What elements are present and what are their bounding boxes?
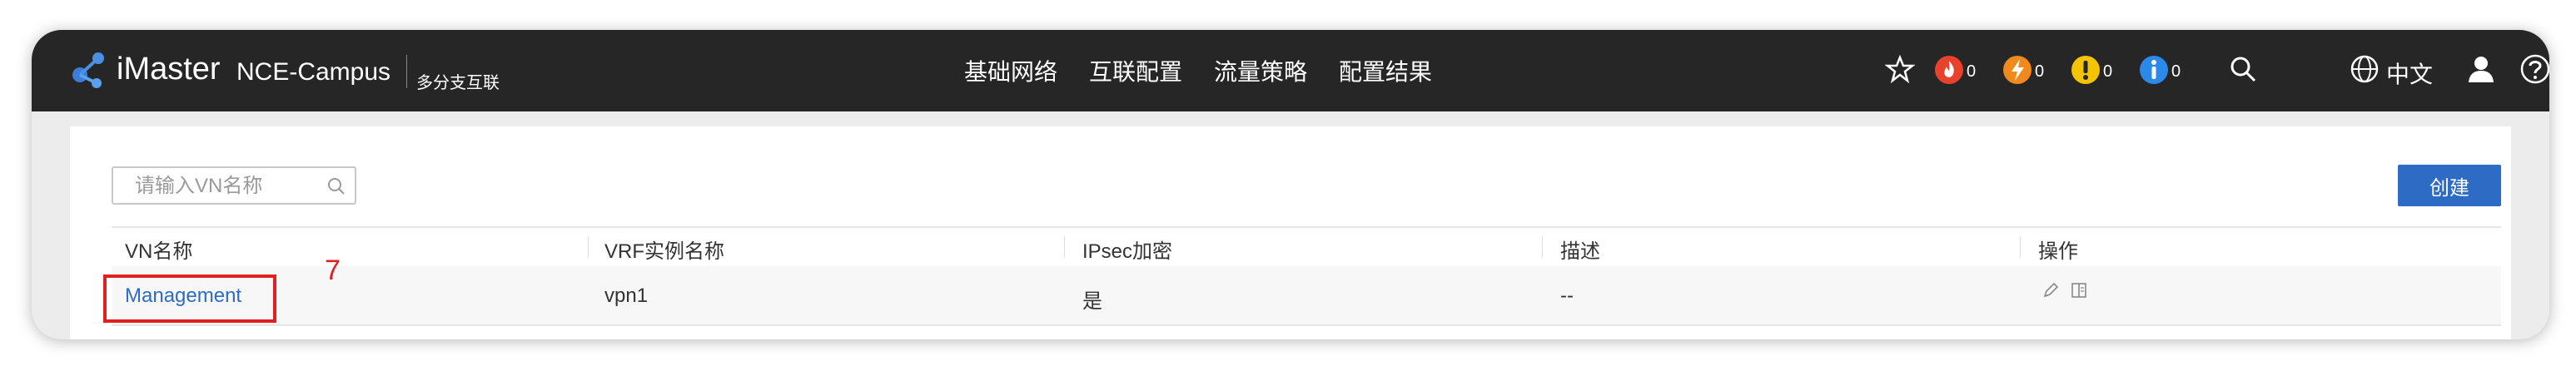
column-header-ipsec: IPsec加密: [1082, 240, 1173, 263]
favorites-star-icon[interactable]: [1885, 54, 1915, 84]
major-alarm-icon[interactable]: [2002, 54, 2033, 86]
scenario-name: 多分支互联: [416, 74, 500, 92]
app-window: iMaster NCE-Campus 多分支互联 基础网络 互联配置 流量策略 …: [32, 30, 2549, 339]
globe-icon[interactable]: [2350, 54, 2380, 84]
info-alarm-icon[interactable]: [2138, 54, 2170, 86]
vrf-name-cell: vpn1: [604, 284, 649, 307]
description-cell: --: [1560, 284, 1574, 307]
brand-name: iMaster: [117, 52, 221, 87]
info-alarm-count: 0: [2171, 62, 2181, 81]
column-divider[interactable]: [1064, 236, 1065, 258]
search-icon[interactable]: [326, 176, 346, 196]
menu-item-interconnection[interactable]: 互联配置: [1089, 54, 1182, 87]
major-alarm-count: 0: [2035, 62, 2045, 81]
column-header-description: 描述: [1560, 240, 1600, 263]
table-row: Management vpn1 是 --: [112, 266, 2501, 326]
minor-alarm-icon[interactable]: [2070, 54, 2101, 86]
critical-alarm-icon[interactable]: [1933, 54, 1965, 86]
step-number-annotation: 7: [325, 255, 341, 286]
create-button[interactable]: 创建: [2398, 165, 2501, 206]
column-header-vrf-name: VRF实例名称: [604, 240, 724, 263]
menu-item-config-result[interactable]: 配置结果: [1339, 54, 1432, 87]
vn-search-box[interactable]: [112, 166, 356, 205]
vn-search-input[interactable]: [133, 175, 320, 198]
column-divider[interactable]: [1542, 236, 1543, 258]
menu-item-basic-network[interactable]: 基础网络: [964, 54, 1057, 87]
search-icon[interactable]: [2228, 54, 2258, 84]
column-header-operation: 操作: [2038, 240, 2078, 263]
highlight-box: [103, 274, 276, 323]
content-panel: 创建 VN名称 VRF实例名称 IPsec加密 描述 操作 Management…: [70, 126, 2511, 339]
ipsec-cell: 是: [1082, 290, 1102, 313]
table-header: VN名称 VRF实例名称 IPsec加密 描述 操作: [112, 226, 2501, 268]
details-icon[interactable]: [2070, 281, 2088, 299]
critical-alarm-count: 0: [1967, 62, 1977, 81]
top-navigation-bar: iMaster NCE-Campus 多分支互联 基础网络 互联配置 流量策略 …: [32, 30, 2549, 111]
user-icon[interactable]: [2466, 54, 2496, 84]
title-divider: [406, 55, 407, 88]
language-switch[interactable]: 中文: [2386, 57, 2433, 90]
column-header-vn-name: VN名称: [125, 240, 193, 263]
edit-icon[interactable]: [2041, 281, 2060, 299]
column-divider[interactable]: [588, 236, 589, 258]
imaster-logo-icon: [72, 52, 104, 88]
menu-item-traffic-policy[interactable]: 流量策略: [1214, 54, 1307, 87]
main-menu: 基础网络 互联配置 流量策略 配置结果: [964, 30, 1464, 111]
help-icon[interactable]: [2519, 53, 2549, 85]
column-divider[interactable]: [2020, 236, 2021, 258]
product-name: NCE-Campus: [236, 58, 391, 86]
minor-alarm-count: 0: [2103, 62, 2113, 81]
